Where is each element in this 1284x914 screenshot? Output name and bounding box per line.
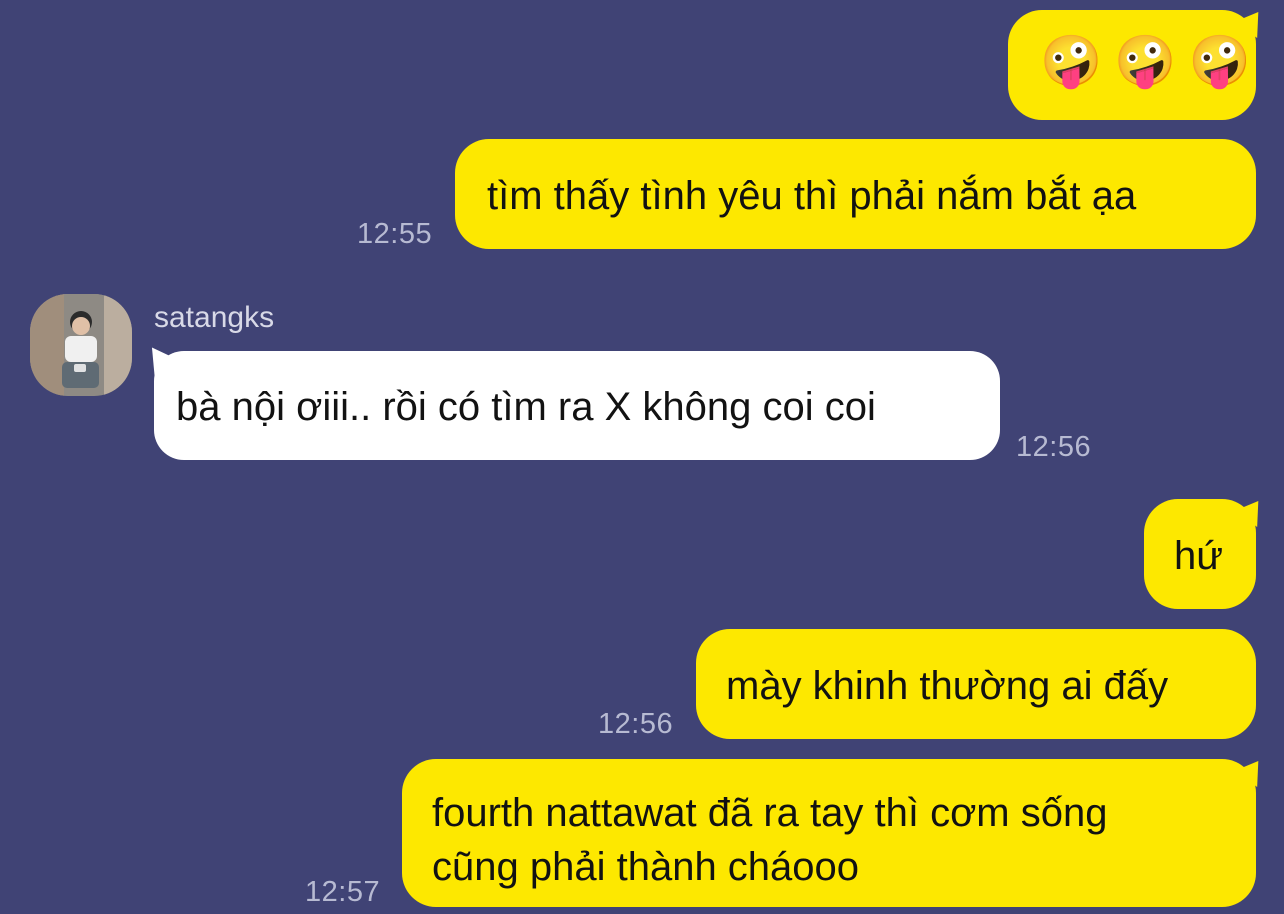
message-bubble-outgoing[interactable]: hứ xyxy=(1144,499,1256,609)
message-text: tìm thấy tình yêu thì phải nắm bắt ạa xyxy=(487,174,1137,218)
zany-face-emoji: 🤪 xyxy=(1040,33,1103,89)
message-timestamp: 12:55 xyxy=(357,218,433,250)
message-text: hứ xyxy=(1174,534,1224,578)
message-text-line: fourth nattawat đã ra tay thì cơm sống xyxy=(432,791,1108,835)
message-bubble-outgoing[interactable]: 🤪 🤪 🤪 xyxy=(1008,10,1256,120)
message-text-line: cũng phải thành cháooo xyxy=(432,845,860,889)
message-text: bà nội ơiii.. rồi có tìm ra X không coi … xyxy=(176,385,876,429)
message-timestamp: 12:57 xyxy=(305,876,381,908)
message-bubble-outgoing[interactable]: mày khinh thường ai đấy xyxy=(696,629,1256,739)
chat-transcript: 🤪 🤪 🤪 tìm thấy tình yêu thì phải nắm bắt… xyxy=(0,0,1284,914)
sender-name: satangks xyxy=(154,301,275,334)
message-bubble-outgoing[interactable]: tìm thấy tình yêu thì phải nắm bắt ạa xyxy=(455,139,1256,249)
message-timestamp: 12:56 xyxy=(1016,431,1092,463)
message-bubble-incoming[interactable]: bà nội ơiii.. rồi có tìm ra X không coi … xyxy=(154,351,1000,460)
emoji-group: 🤪 🤪 🤪 xyxy=(1040,33,1251,89)
message-text: mày khinh thường ai đấy xyxy=(726,664,1169,708)
zany-face-emoji: 🤪 xyxy=(1114,33,1177,89)
avatar[interactable] xyxy=(30,294,132,396)
message-bubble-outgoing[interactable]: fourth nattawat đã ra tay thì cơm sống c… xyxy=(402,759,1256,907)
zany-face-emoji: 🤪 xyxy=(1188,33,1251,89)
message-timestamp: 12:56 xyxy=(598,708,674,740)
